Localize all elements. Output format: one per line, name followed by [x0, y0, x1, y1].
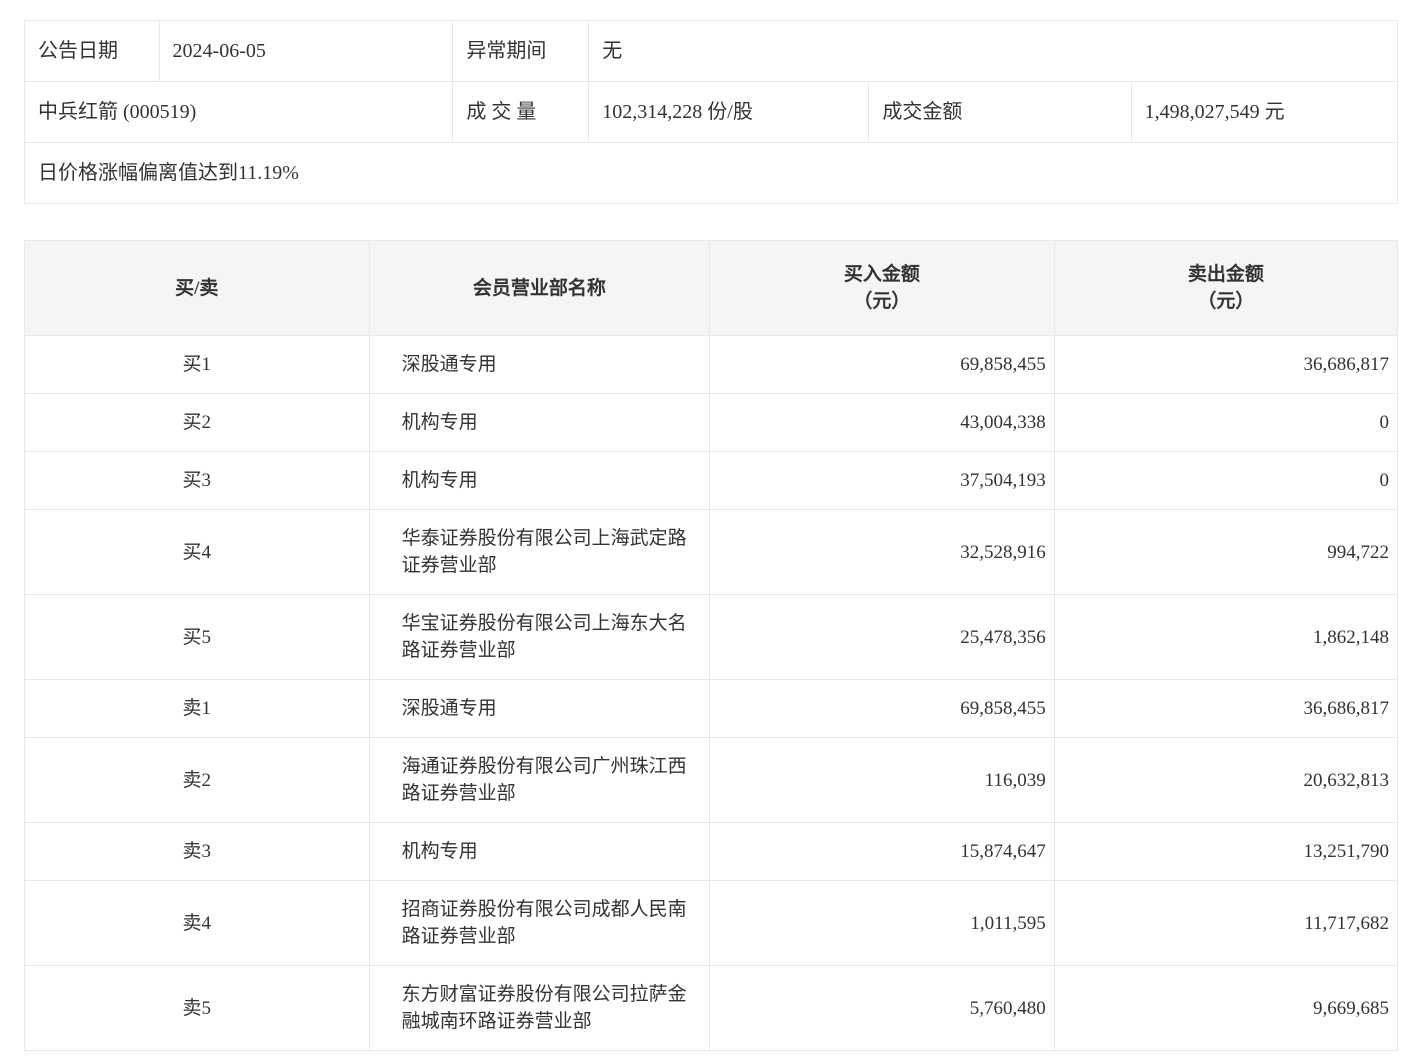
- buy-amount-cell: 37,504,193: [709, 451, 1055, 510]
- broker-cell: 深股通专用: [368, 679, 711, 738]
- info-table: 公告日期 2024-06-05 异常期间 无 中兵红箭 (000519) 成 交…: [23, 20, 1399, 204]
- sell-amount-cell: 36,686,817: [1053, 679, 1399, 738]
- abnormal-period-label: 异常期间: [452, 20, 590, 82]
- volume-value: 102,314,228 份/股: [588, 81, 870, 143]
- table-row: 卖4 招商证券股份有限公司成都人民南路证券营业部 1,011,595 11,71…: [24, 880, 1399, 966]
- side-cell: 买2: [24, 393, 370, 452]
- sell-amount-cell: 994,722: [1053, 509, 1399, 595]
- buy-amount-cell: 32,528,916: [709, 509, 1055, 595]
- sell-amount-cell: 1,862,148: [1053, 594, 1399, 680]
- table-row: 买4 华泰证券股份有限公司上海武定路证券营业部 32,528,916 994,7…: [24, 509, 1399, 595]
- col-header-buy-amount: 买入金额 （元）: [709, 240, 1055, 336]
- broker-cell: 招商证券股份有限公司成都人民南路证券营业部: [368, 880, 711, 966]
- broker-cell: 海通证券股份有限公司广州珠江西路证券营业部: [368, 737, 711, 823]
- buy-amount-cell: 1,011,595: [709, 880, 1055, 966]
- info-row-deviation: 日价格涨幅偏离值达到11.19%: [24, 142, 1398, 204]
- col-header-broker: 会员营业部名称: [368, 240, 711, 336]
- deviation-note: 日价格涨幅偏离值达到11.19%: [24, 142, 1398, 204]
- sell-amount-cell: 20,632,813: [1053, 737, 1399, 823]
- side-cell: 卖5: [24, 965, 370, 1051]
- side-cell: 买3: [24, 451, 370, 510]
- page: 公告日期 2024-06-05 异常期间 无 中兵红箭 (000519) 成 交…: [0, 0, 1408, 1062]
- side-cell: 买4: [24, 509, 370, 595]
- broker-cell: 华宝证券股份有限公司上海东大名路证券营业部: [368, 594, 711, 680]
- table-row: 卖1 深股通专用 69,858,455 36,686,817: [24, 679, 1399, 738]
- buy-amount-cell: 5,760,480: [709, 965, 1055, 1051]
- side-cell: 卖1: [24, 679, 370, 738]
- side-cell: 卖4: [24, 880, 370, 966]
- announce-date-label: 公告日期: [24, 20, 160, 82]
- sell-amount-cell: 36,686,817: [1053, 335, 1399, 394]
- table-row: 买2 机构专用 43,004,338 0: [24, 393, 1399, 452]
- table-header-row: 买/卖 会员营业部名称 买入金额 （元） 卖出金额 （元）: [24, 240, 1399, 336]
- sell-amount-cell: 0: [1053, 451, 1399, 510]
- side-cell: 卖3: [24, 822, 370, 881]
- broker-cell: 机构专用: [368, 822, 711, 881]
- turnover-label: 成交金额: [868, 81, 1132, 143]
- buy-amount-cell: 15,874,647: [709, 822, 1055, 881]
- buy-amount-cell: 25,478,356: [709, 594, 1055, 680]
- buy-amount-cell: 69,858,455: [709, 679, 1055, 738]
- buy-amount-cell: 43,004,338: [709, 393, 1055, 452]
- broker-cell: 机构专用: [368, 393, 711, 452]
- table-row: 买5 华宝证券股份有限公司上海东大名路证券营业部 25,478,356 1,86…: [24, 594, 1399, 680]
- table-row: 卖3 机构专用 15,874,647 13,251,790: [24, 822, 1399, 881]
- turnover-value: 1,498,027,549 元: [1130, 81, 1399, 143]
- side-cell: 卖2: [24, 737, 370, 823]
- info-row-stock: 中兵红箭 (000519) 成 交 量 102,314,228 份/股 成交金额…: [23, 81, 1399, 143]
- broker-cell: 机构专用: [368, 451, 711, 510]
- sell-amount-cell: 9,669,685: [1053, 965, 1399, 1051]
- stock-name: 中兵红箭 (000519): [23, 81, 454, 143]
- side-cell: 买5: [24, 594, 370, 680]
- col-header-sell-amount: 卖出金额 （元）: [1053, 240, 1399, 336]
- broker-table: 买/卖 会员营业部名称 买入金额 （元） 卖出金额 （元） 买1 深股通专用 6…: [24, 240, 1399, 1051]
- table-row: 买3 机构专用 37,504,193 0: [24, 451, 1399, 510]
- table-row: 卖5 东方财富证券股份有限公司拉萨金融城南环路证券营业部 5,760,480 9…: [24, 965, 1399, 1051]
- broker-cell: 华泰证券股份有限公司上海武定路证券营业部: [368, 509, 711, 595]
- broker-cell: 深股通专用: [368, 335, 711, 394]
- volume-label: 成 交 量: [452, 81, 590, 143]
- sell-amount-cell: 13,251,790: [1053, 822, 1399, 881]
- table-row: 买1 深股通专用 69,858,455 36,686,817: [24, 335, 1399, 394]
- col-header-side: 买/卖: [24, 240, 370, 336]
- info-row-date: 公告日期 2024-06-05 异常期间 无: [24, 20, 1398, 82]
- buy-amount-cell: 69,858,455: [709, 335, 1055, 394]
- table-row: 卖2 海通证券股份有限公司广州珠江西路证券营业部 116,039 20,632,…: [24, 737, 1399, 823]
- side-cell: 买1: [24, 335, 370, 394]
- broker-cell: 东方财富证券股份有限公司拉萨金融城南环路证券营业部: [368, 965, 711, 1051]
- buy-amount-cell: 116,039: [709, 737, 1055, 823]
- sell-amount-cell: 11,717,682: [1053, 880, 1399, 966]
- announce-date-value: 2024-06-05: [158, 20, 454, 82]
- sell-amount-cell: 0: [1053, 393, 1399, 452]
- abnormal-period-value: 无: [588, 20, 1398, 82]
